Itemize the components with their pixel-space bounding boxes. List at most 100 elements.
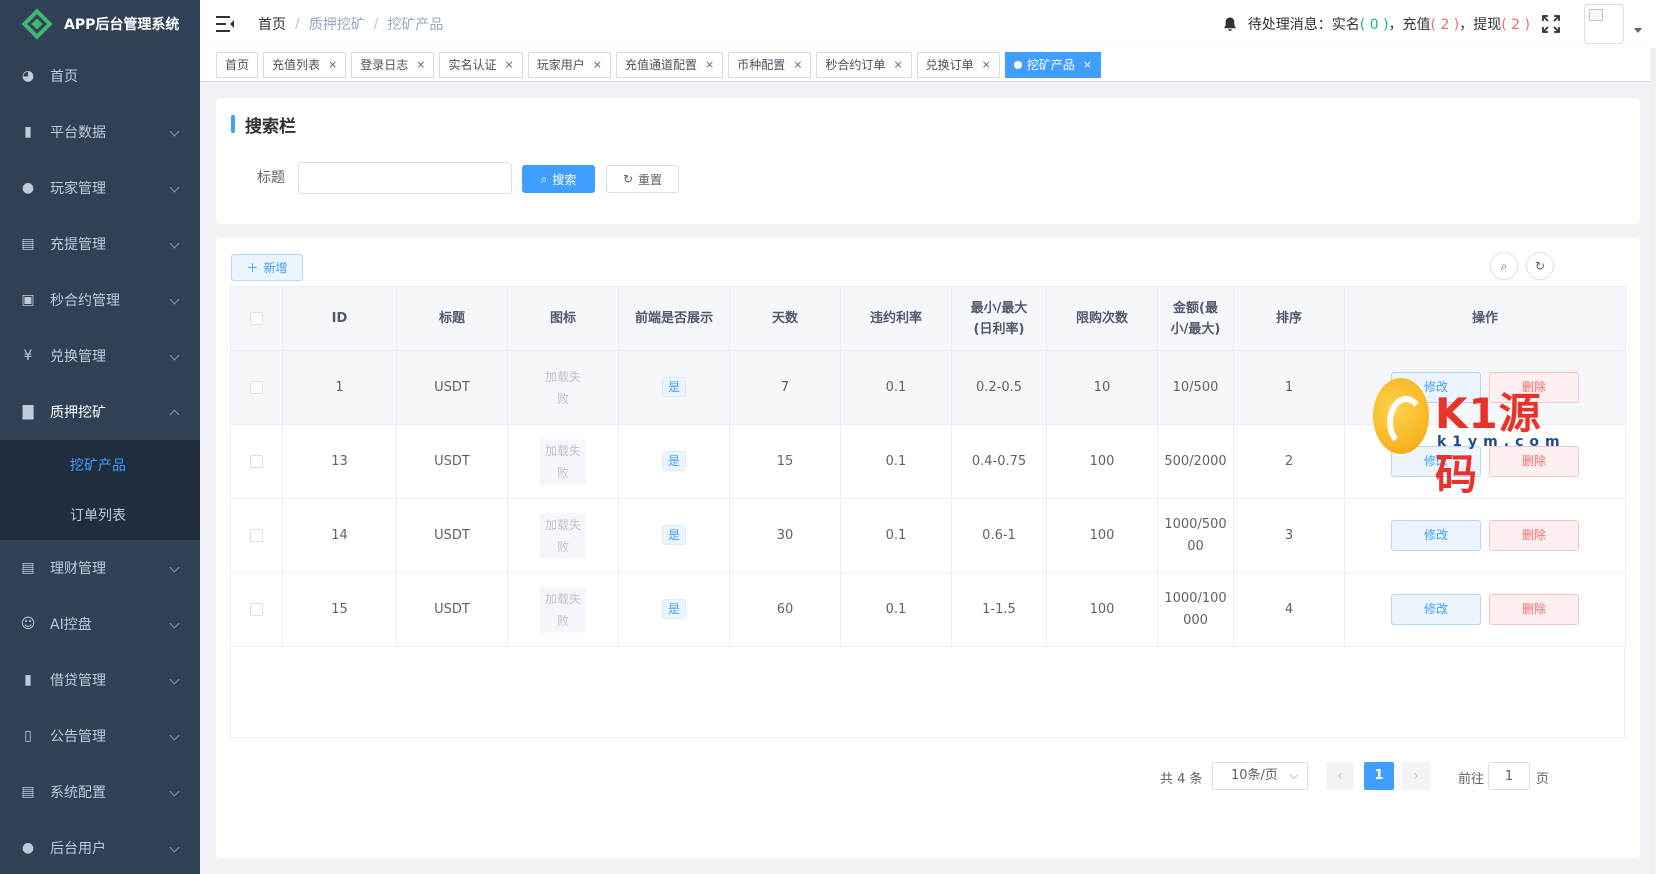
close-icon[interactable]: × [328, 53, 337, 77]
submenu-item-0[interactable]: 挖矿产品 [0, 440, 200, 490]
row-checkbox[interactable] [250, 380, 263, 394]
edit-button[interactable]: 修改 [1391, 446, 1481, 477]
refresh-button[interactable]: ↻ [1526, 252, 1554, 280]
tab-6[interactable]: 币种配置 × [728, 51, 812, 78]
breadcrumb-item-home[interactable]: 首页 [258, 14, 286, 34]
cell-rate: 0.6-1 [951, 498, 1047, 573]
fullscreen-icon[interactable] [1542, 15, 1560, 33]
tab-label: 秒合约订单 [825, 57, 886, 72]
title-field-label: 标题 [257, 170, 285, 186]
tab-1[interactable]: 充值列表 × [263, 51, 347, 78]
refresh-icon: ↻ [622, 172, 634, 186]
refresh-icon: ↻ [1534, 259, 1546, 273]
user-icon: ● [21, 180, 35, 196]
sidebar-item-5[interactable]: ¥ 兑换管理 [0, 328, 200, 384]
sidebar-item-4[interactable]: ▣ 秒合约管理 [0, 272, 200, 328]
actions-cell: 修改 删除 [1344, 572, 1626, 647]
tab-label: 玩家用户 [536, 57, 585, 72]
scrollbar[interactable] [1650, 48, 1656, 874]
page-number-current[interactable]: 1 [1364, 762, 1394, 790]
table-row[interactable]: 13 USDT 加载失 败是 15 0.1 0.4-0.75 100 500/2000 2 修改删… [230, 424, 1626, 499]
submenu-item-1[interactable]: 订单列表 [0, 490, 200, 540]
avatar[interactable] [1584, 4, 1624, 44]
close-icon[interactable]: × [593, 53, 602, 77]
tab-2[interactable]: 登录日志 × [351, 51, 435, 78]
table-row[interactable]: 15 USDT 加载失 败是 60 0.1 1-1.5 100 1000/100 000 4 修改… [230, 572, 1626, 647]
delete-button[interactable]: 删除 [1489, 520, 1579, 551]
tab-7[interactable]: 秒合约订单 × [816, 51, 912, 78]
bell-icon[interactable] [1222, 16, 1238, 32]
sidebar-item-label: 兑换管理 [50, 349, 106, 365]
sidebar-item-3[interactable]: ▤ 充提管理 [0, 216, 200, 272]
chevron-up-icon [169, 409, 180, 420]
cell-days: 7 [729, 350, 841, 425]
add-button[interactable]: ＋新增 [231, 254, 303, 281]
prev-page-button[interactable]: ‹ [1326, 762, 1354, 790]
plus-icon: ＋ [246, 261, 259, 275]
table-row[interactable]: 1 USDT 加载失 败是 7 0.1 0.2-0.5 10 10/500 1 修改 删除 [230, 350, 1626, 425]
app-logo[interactable]: APP后台管理系统 [0, 0, 200, 48]
sidebar-item-6[interactable]: ▇ 质押挖矿 [0, 384, 200, 440]
tab-3[interactable]: 实名认证 × [439, 51, 523, 78]
row-checkbox[interactable] [250, 602, 263, 616]
row-checkbox[interactable] [250, 454, 263, 468]
close-icon[interactable]: × [505, 53, 514, 77]
table-header-row: ID 标题 图标 前端是否展示 天数 违约利率 最小/最大 (日利率) 限购次数 金额(最 小/… [230, 286, 1626, 351]
sidebar-item-label: 充提管理 [50, 237, 106, 253]
sidebar-item-8[interactable]: ☺ AI控盘 [0, 596, 200, 652]
pending-notice[interactable]: 待处理消息：实名( 0 )，充值( 2 )，提现( 2 ) [1248, 14, 1530, 34]
close-icon[interactable]: × [1083, 53, 1092, 77]
tab-label: 登录日志 [360, 57, 409, 72]
breadcrumb-item-current: 挖矿产品 [387, 17, 444, 33]
sidebar-item-10[interactable]: ▯ 公告管理 [0, 708, 200, 764]
tab-8[interactable]: 兑换订单 × [916, 51, 1000, 78]
tab-9[interactable]: 挖矿产品 × [1004, 51, 1102, 78]
title-search-input[interactable] [298, 162, 512, 194]
status-badge: 是 [661, 450, 686, 471]
cell-limit: 100 [1046, 572, 1158, 647]
delete-button[interactable]: 删除 [1489, 594, 1579, 625]
select-all-checkbox[interactable] [250, 312, 263, 325]
sidebar-item-2[interactable]: ● 玩家管理 [0, 160, 200, 216]
table-row[interactable]: 14 USDT 加载失 败是 30 0.1 0.6-1 100 1000/500 00 3 修改删… [230, 498, 1626, 573]
chevron-down-icon [169, 350, 180, 361]
sidebar-item-label: 理财管理 [50, 561, 106, 577]
close-icon[interactable]: × [893, 53, 902, 77]
goto-page-input[interactable] [1488, 762, 1530, 790]
tab-4[interactable]: 玩家用户 × [527, 51, 611, 78]
edit-button[interactable]: 修改 [1391, 594, 1481, 625]
sidebar-item-11[interactable]: ▤ 系统配置 [0, 764, 200, 820]
cell-penalty: 0.1 [840, 572, 952, 647]
sidebar-item-12[interactable]: ● 后台用户 [0, 820, 200, 874]
sidebar-item-1[interactable]: ▮ 平台数据 [0, 104, 200, 160]
cell-title: USDT [396, 350, 508, 425]
sidebar-item-label: AI控盘 [50, 617, 92, 633]
edit-button[interactable]: 修改 [1391, 372, 1481, 403]
caret-down-icon[interactable] [1634, 27, 1642, 33]
tab-5[interactable]: 充值通道配置 × [615, 51, 724, 78]
tab-0[interactable]: 首页 [216, 51, 259, 78]
cell-limit: 100 [1046, 424, 1158, 499]
delete-button[interactable]: 删除 [1489, 446, 1579, 477]
sidebar-item-9[interactable]: ▮ 借贷管理 [0, 652, 200, 708]
sidebar-item-0[interactable]: ◕ 首页 [0, 48, 200, 104]
page-size-select[interactable]: 10条/页 [1212, 762, 1308, 790]
close-icon[interactable]: × [416, 53, 425, 77]
reset-button[interactable]: ↻ 重置 [606, 165, 679, 193]
sidebar-item-label: 首页 [50, 69, 78, 85]
cell-id: 14 [282, 498, 397, 573]
search-icon: ⌕ [540, 171, 548, 186]
close-icon[interactable]: × [705, 53, 714, 77]
hamburger-icon[interactable] [216, 16, 234, 32]
row-checkbox[interactable] [250, 528, 263, 542]
cell-amount: 1000/500 00 [1157, 498, 1234, 573]
sidebar-item-7[interactable]: ▤ 理财管理 [0, 540, 200, 596]
toggle-search-button[interactable]: ⌕ [1490, 252, 1518, 280]
close-icon[interactable]: × [793, 53, 802, 77]
delete-button[interactable]: 删除 [1489, 372, 1579, 403]
close-icon[interactable]: × [982, 53, 991, 77]
edit-button[interactable]: 修改 [1391, 520, 1481, 551]
search-button[interactable]: ⌕ 搜索 [522, 165, 595, 193]
next-page-button[interactable]: › [1402, 762, 1430, 790]
cell-days: 30 [729, 498, 841, 573]
